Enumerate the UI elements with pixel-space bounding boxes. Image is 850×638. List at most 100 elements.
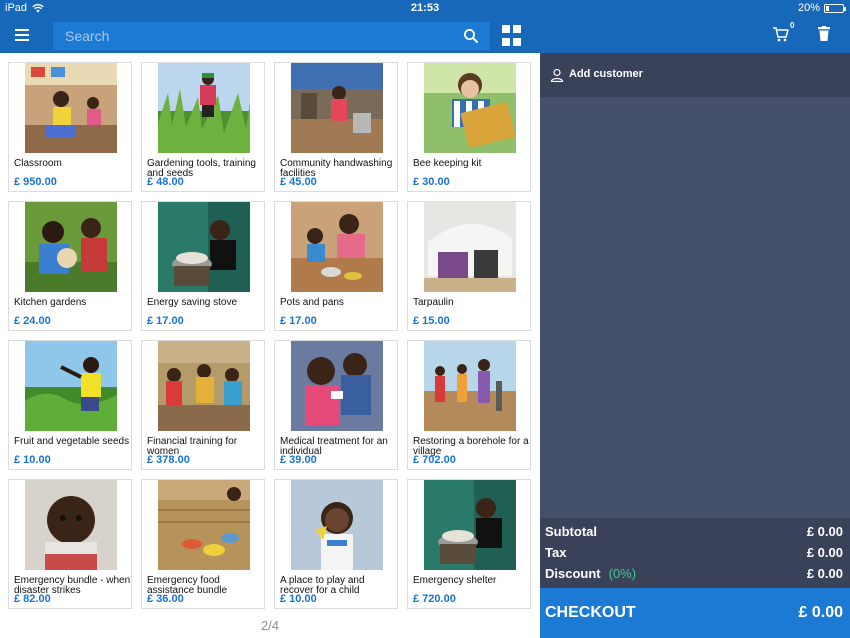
tax-row: Tax £ 0.00: [545, 542, 843, 562]
product-name: Tarpaulin: [413, 297, 454, 308]
product-card[interactable]: Fruit and vegetable seeds £ 10.00: [8, 340, 132, 470]
cart-header: 0: [540, 17, 850, 53]
product-price: £ 82.00: [14, 593, 51, 605]
subtotal-value: £ 0.00: [806, 524, 843, 539]
product-card[interactable]: Tarpaulin £ 15.00: [407, 201, 531, 331]
product-card[interactable]: A place to play and recover for a child £…: [274, 479, 398, 609]
product-name: Bee keeping kit: [413, 158, 482, 169]
product-image: [25, 202, 117, 292]
product-image: [424, 480, 516, 570]
product-price: £ 10.00: [14, 454, 51, 466]
menu-button[interactable]: [12, 26, 40, 44]
search-input[interactable]: [65, 27, 445, 45]
product-price: £ 48.00: [147, 176, 184, 188]
status-bar: iPad 21:53 20%: [0, 0, 850, 17]
product-image: [158, 341, 250, 431]
product-image: [424, 341, 516, 431]
product-card[interactable]: Community handwashing facilities £ 45.00: [274, 62, 398, 192]
add-customer-label: Add customer: [569, 68, 643, 80]
product-name: Pots and pans: [280, 297, 344, 308]
product-name: Fruit and vegetable seeds: [14, 436, 130, 447]
product-area: Classroom £ 950.00 Gardening tools, traini…: [0, 53, 540, 638]
product-card[interactable]: Medical treatment for an individual £ 39.…: [274, 340, 398, 470]
product-image: [25, 63, 117, 153]
trash-icon: [818, 26, 830, 41]
discount-row[interactable]: Discount (0%) £ 0.00: [545, 563, 843, 583]
product-card[interactable]: Financial training for women £ 378.00: [141, 340, 265, 470]
discount-percent: (0%): [608, 566, 637, 581]
user-icon: [550, 68, 564, 82]
product-image: [291, 63, 383, 153]
battery-percent: 20%: [797, 2, 820, 14]
product-price: £ 378.00: [147, 454, 190, 466]
product-image: [424, 63, 516, 153]
product-image: [424, 202, 516, 292]
product-image: [291, 202, 383, 292]
product-card[interactable]: Restoring a borehole for a village £ 702.…: [407, 340, 531, 470]
subtotal-row: Subtotal £ 0.00: [545, 521, 843, 541]
product-price: £ 10.00: [280, 593, 317, 605]
product-image: [291, 480, 383, 570]
product-card[interactable]: Classroom £ 950.00: [8, 62, 132, 192]
product-card[interactable]: Gardening tools, training and seeds £ 48.…: [141, 62, 265, 192]
tax-value: £ 0.00: [806, 545, 843, 560]
grid-icon-cell: [513, 25, 521, 33]
battery-level: [826, 5, 830, 11]
menu-icon-bar: [15, 29, 29, 31]
discount-label: Discount: [545, 566, 601, 581]
grid-icon-cell: [502, 25, 510, 33]
product-price: £ 36.00: [147, 593, 184, 605]
clear-cart-button[interactable]: [818, 26, 832, 44]
checkout-label: CHECKOUT: [545, 604, 636, 621]
product-card[interactable]: Bee keeping kit £ 30.00: [407, 62, 531, 192]
grid-view-button[interactable]: [502, 25, 524, 47]
product-price: £ 950.00: [14, 176, 57, 188]
menu-icon-bar: [15, 34, 29, 36]
product-image: [291, 341, 383, 431]
search-box: [53, 22, 490, 50]
discount-value: £ 0.00: [806, 566, 843, 581]
menu-icon-bar: [15, 39, 29, 41]
product-card[interactable]: Kitchen gardens £ 24.00: [8, 201, 132, 331]
discount-label-group: Discount (0%): [545, 566, 636, 581]
product-name: Kitchen gardens: [14, 297, 87, 308]
product-image: [25, 341, 117, 431]
add-customer-button[interactable]: Add customer: [540, 53, 850, 97]
product-price: £ 24.00: [14, 315, 51, 327]
tax-label: Tax: [545, 545, 567, 560]
status-right: 20%: [797, 2, 846, 14]
product-header: [0, 17, 540, 53]
product-price: £ 17.00: [147, 315, 184, 327]
grid-icon-cell: [502, 37, 510, 46]
product-card[interactable]: Emergency shelter £ 720.00: [407, 479, 531, 609]
product-grid: Classroom £ 950.00 Gardening tools, traini…: [8, 62, 531, 609]
product-image: [158, 63, 250, 153]
page-indicator: 2/4: [260, 618, 280, 633]
battery-icon: [824, 3, 846, 13]
status-time: 21:53: [410, 2, 440, 14]
product-price: £ 45.00: [280, 176, 317, 188]
product-price: £ 720.00: [413, 593, 456, 605]
product-image: [25, 480, 117, 570]
product-price: £ 39.00: [280, 454, 317, 466]
device-name: iPad: [5, 2, 28, 14]
totals: Subtotal £ 0.00 Tax £ 0.00 Discount (0%) …: [540, 518, 850, 588]
status-left: iPad: [5, 2, 44, 14]
wifi-icon: [32, 3, 44, 12]
product-card[interactable]: Energy saving stove £ 17.00: [141, 201, 265, 331]
product-price: £ 30.00: [413, 176, 450, 188]
product-price: £ 17.00: [280, 315, 317, 327]
product-card[interactable]: Emergency food assistance bundle £ 36.00: [141, 479, 265, 609]
product-image: [158, 202, 250, 292]
product-name: Energy saving stove: [147, 297, 238, 308]
cart-panel: Add customer Subtotal £ 0.00 Tax £ 0.00 …: [540, 53, 850, 638]
product-price: £ 702.00: [413, 454, 456, 466]
product-card[interactable]: Emergency bundle - when disaster strikes…: [8, 479, 132, 609]
checkout-button[interactable]: CHECKOUT £ 0.00: [540, 588, 850, 638]
product-card[interactable]: Pots and pans £ 17.00: [274, 201, 398, 331]
subtotal-label: Subtotal: [545, 524, 597, 539]
search-icon[interactable]: [462, 27, 480, 45]
cart-lines: [540, 97, 850, 518]
cart-button[interactable]: 0: [772, 21, 796, 45]
checkout-total: £ 0.00: [798, 604, 843, 621]
